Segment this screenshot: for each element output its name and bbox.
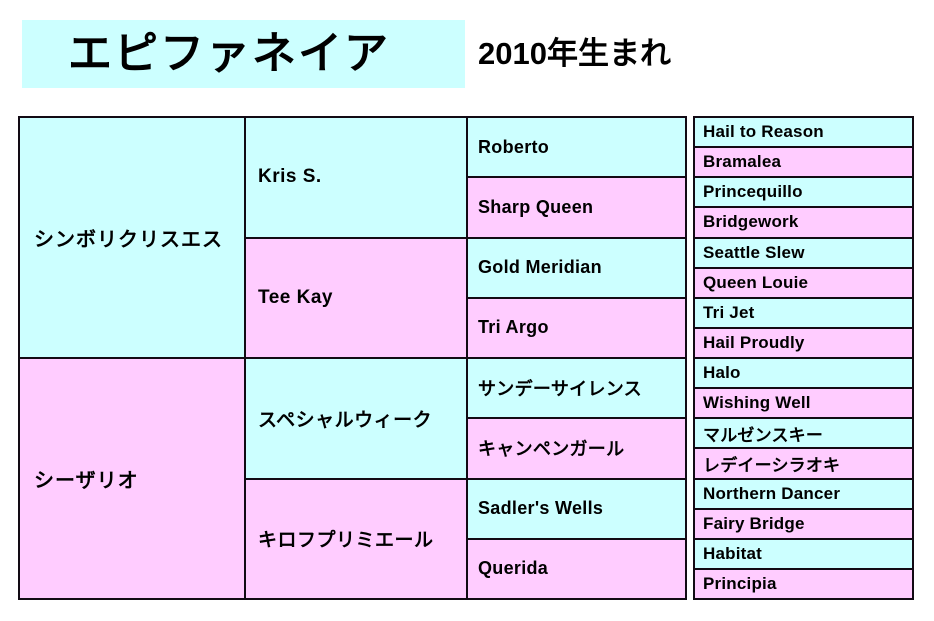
pedigree-cell: キロフプリミエール [244,477,468,600]
pedigree-cell: Princequillo [693,176,914,209]
horse-name: Hail to Reason [703,122,824,142]
pedigree-cell: Tee Kay [244,236,468,359]
pedigree-cell: Tri Jet [693,296,914,329]
pedigree-cell: Wishing Well [693,387,914,420]
horse-name: Roberto [478,136,550,157]
horse-name: キロフプリミエール [258,530,434,552]
horse-name: Hail Proudly [703,332,805,352]
birth-year-subtitle: 2010年生まれ [478,36,671,71]
horse-name: Queen Louie [703,272,809,292]
horse-name: スペシャルウィーク [258,409,433,431]
horse-name: Fairy Bridge [703,513,805,533]
pedigree-cell: Hail Proudly [693,326,914,359]
pedigree-cell: マルゼンスキー [693,417,914,450]
pedigree-cell: Gold Meridian [466,236,687,299]
pedigree-cell: Kris S. [244,116,468,239]
horse-name: レデイーシラオキ [703,455,841,475]
horse-name: Sharp Queen [478,196,594,217]
pedigree-cell: スペシャルウィーク [244,357,468,480]
page-header: エピファネイア 2010年生まれ [0,0,934,110]
pedigree-cell: Principia [693,567,914,600]
horse-name: シーザリオ [34,470,139,492]
pedigree-cell: キャンペンガール [466,417,687,480]
pedigree-cell: Hail to Reason [693,116,914,149]
pedigree-cell: サンデーサイレンス [466,357,687,420]
pedigree-table: シンボリクリスエス シーザリオ Kris S. Tee Kay スペシャルウィー… [18,116,914,600]
horse-name: マルゼンスキー [703,425,824,445]
horse-name: Habitat [703,543,763,563]
pedigree-cell-dam: シーザリオ [18,357,246,600]
horse-name: Princequillo [703,182,803,202]
pedigree-cell: Bridgework [693,206,914,239]
horse-name: Querida [478,558,549,579]
pedigree-cell: Northern Dancer [693,477,914,510]
horse-name: Wishing Well [703,393,811,413]
horse-name: Principia [703,573,777,593]
horse-name: Kris S. [258,166,322,188]
pedigree-cell: Bramalea [693,146,914,179]
horse-name: Gold Meridian [478,257,602,278]
pedigree-cell: Fairy Bridge [693,507,914,540]
horse-name: Seattle Slew [703,242,805,262]
pedigree-generation-2-column: Kris S. Tee Kay スペシャルウィーク キロフプリミエール [244,116,468,600]
horse-name: Northern Dancer [703,483,841,503]
pedigree-generation-1-column: シンボリクリスエス シーザリオ [18,116,246,600]
title-highlight-box: エピファネイア [22,20,465,88]
horse-name: Tri Jet [703,302,755,322]
horse-name: シンボリクリスエス [34,229,223,251]
pedigree-cell: レデイーシラオキ [693,447,914,480]
horse-name: Bridgework [703,212,799,232]
pedigree-generation-3-column: Roberto Sharp Queen Gold Meridian Tri Ar… [466,116,687,600]
pedigree-cell: Seattle Slew [693,236,914,269]
pedigree-cell: Halo [693,357,914,390]
pedigree-cell: Sharp Queen [466,176,687,239]
horse-name: Halo [703,363,741,383]
pedigree-page: エピファネイア 2010年生まれ シンボリクリスエス シーザリオ Kris S.… [0,0,934,621]
horse-name: Sadler's Wells [478,498,604,519]
horse-name: Tee Kay [258,286,333,308]
page-title: エピファネイア [68,29,390,78]
pedigree-cell: Queen Louie [693,266,914,299]
horse-name: Bramalea [703,152,782,172]
pedigree-cell: Tri Argo [466,296,687,359]
pedigree-cell: Roberto [466,116,687,179]
pedigree-generation-4-column: Hail to Reason Bramalea Princequillo Bri… [687,116,914,600]
horse-name: サンデーサイレンス [478,379,642,400]
horse-name: Tri Argo [478,317,549,338]
horse-name: キャンペンガール [478,439,625,460]
pedigree-cell-sire: シンボリクリスエス [18,116,246,359]
pedigree-cell: Sadler's Wells [466,477,687,540]
pedigree-cell: Habitat [693,537,914,570]
pedigree-cell: Querida [466,537,687,600]
